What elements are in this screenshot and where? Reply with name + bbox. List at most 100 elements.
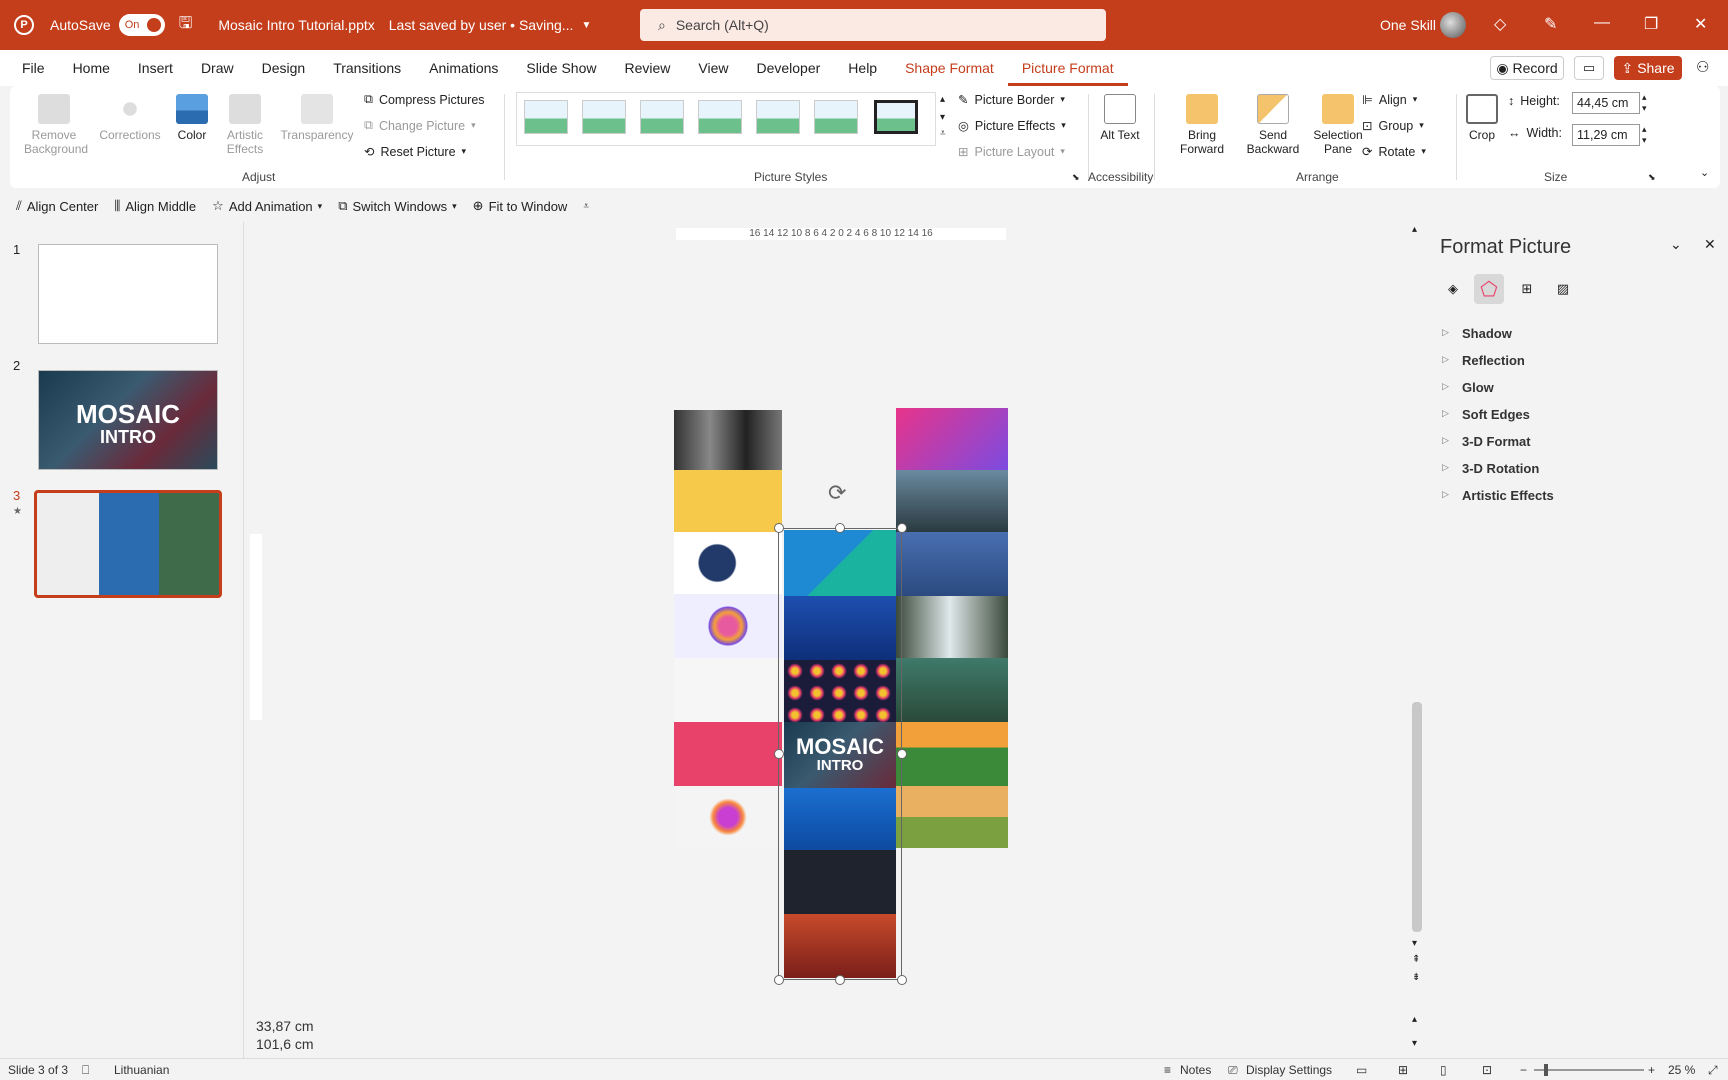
- fit-slide-icon[interactable]: ⤢: [1708, 1063, 1718, 1078]
- tab-picture-format[interactable]: Picture Format: [1007, 50, 1128, 86]
- selection-outline[interactable]: [778, 528, 902, 980]
- dialog-launcher-icon[interactable]: ⬊: [1648, 172, 1656, 183]
- record-button[interactable]: ◉ Record: [1490, 56, 1564, 80]
- crop-button[interactable]: Crop: [1462, 94, 1502, 142]
- scrollbar-thumb[interactable]: [1412, 702, 1422, 932]
- scroll-up-icon[interactable]: ▴: [1412, 1014, 1417, 1025]
- picture-layout-button[interactable]: ⊞ Picture Layout ▾: [958, 144, 1065, 160]
- previous-slide-icon[interactable]: ⇞: [1412, 954, 1420, 965]
- slide-sorter-icon[interactable]: ⊞: [1398, 1063, 1408, 1077]
- collapse-ribbon-icon[interactable]: ⌄: [1700, 166, 1709, 179]
- notes-icon[interactable]: ≡: [1164, 1063, 1171, 1077]
- slide-thumbnail-1[interactable]: [38, 244, 218, 344]
- resize-handle[interactable]: [897, 749, 907, 759]
- resize-handle[interactable]: [835, 523, 845, 533]
- next-slide-icon[interactable]: ⇟: [1412, 972, 1420, 983]
- chevron-down-icon[interactable]: ▼: [581, 20, 591, 31]
- tab-home[interactable]: Home: [59, 50, 124, 86]
- restore-icon[interactable]: ❐: [1644, 14, 1658, 34]
- resize-handle[interactable]: [897, 523, 907, 533]
- picture-effects-button[interactable]: ◎ Picture Effects ▾: [958, 118, 1066, 134]
- dialog-launcher-icon[interactable]: ⬊: [1072, 172, 1080, 183]
- coauthor-icon[interactable]: ⚇: [1696, 58, 1709, 76]
- tab-animations[interactable]: Animations: [415, 50, 512, 86]
- tab-view[interactable]: View: [684, 50, 742, 86]
- resize-handle[interactable]: [897, 975, 907, 985]
- avatar[interactable]: [1440, 12, 1466, 38]
- height-input[interactable]: 44,45 cm: [1572, 92, 1640, 114]
- slide-thumbnail-3[interactable]: [34, 490, 222, 598]
- autosave-toggle[interactable]: On: [118, 14, 165, 36]
- send-backward-button[interactable]: Send Backward: [1238, 94, 1308, 156]
- resize-handle[interactable]: [774, 523, 784, 533]
- align-center-button[interactable]: ⫽ Align Center: [16, 198, 98, 214]
- style-thumb[interactable]: [582, 100, 626, 134]
- style-thumb[interactable]: [874, 100, 918, 134]
- compress-pictures-button[interactable]: ⧉ Compress Pictures: [364, 92, 485, 107]
- rotate-handle-icon[interactable]: ⟳: [828, 480, 846, 506]
- align-button[interactable]: ⊫ Align ▾: [1362, 92, 1417, 108]
- save-status[interactable]: Last saved by user • Saving...: [389, 17, 574, 33]
- tab-file[interactable]: File: [8, 50, 59, 86]
- rotate-button[interactable]: ⟳ Rotate ▾: [1362, 144, 1426, 160]
- section-soft-edges[interactable]: Soft Edges: [1442, 407, 1530, 422]
- notes-button[interactable]: Notes: [1180, 1063, 1211, 1077]
- scroll-up-icon[interactable]: ▴: [1412, 224, 1417, 235]
- share-button[interactable]: ⇪ Share: [1614, 56, 1682, 80]
- remove-background-button[interactable]: Remove Background: [24, 94, 88, 156]
- close-icon[interactable]: ✕: [1694, 14, 1707, 34]
- diamond-icon[interactable]: ◇: [1494, 14, 1506, 34]
- tab-help[interactable]: Help: [834, 50, 891, 86]
- scroll-down-icon[interactable]: ▾: [1412, 938, 1417, 949]
- style-thumb[interactable]: [756, 100, 800, 134]
- tab-design[interactable]: Design: [248, 50, 320, 86]
- tab-shape-format[interactable]: Shape Format: [891, 50, 1008, 86]
- fit-to-window-button[interactable]: ⊕ Fit to Window: [473, 198, 568, 214]
- gallery-more-icon[interactable]: ⩡: [940, 128, 946, 139]
- normal-view-icon[interactable]: ▭: [1356, 1063, 1367, 1077]
- section-reflection[interactable]: Reflection: [1442, 353, 1525, 368]
- group-button[interactable]: ⊡ Group ▾: [1362, 118, 1424, 134]
- section-artistic-effects[interactable]: Artistic Effects: [1442, 488, 1554, 503]
- section-shadow[interactable]: Shadow: [1442, 326, 1512, 341]
- tab-developer[interactable]: Developer: [742, 50, 834, 86]
- slideshow-icon[interactable]: ⊡: [1482, 1063, 1492, 1077]
- language[interactable]: Lithuanian: [114, 1063, 169, 1077]
- width-input[interactable]: 11,29 cm: [1572, 124, 1640, 146]
- picture-tab-icon[interactable]: ▨: [1548, 274, 1578, 304]
- resize-handle[interactable]: [774, 975, 784, 985]
- align-middle-button[interactable]: ⫼ Align Middle: [114, 198, 196, 214]
- style-thumb[interactable]: [640, 100, 684, 134]
- style-thumb[interactable]: [698, 100, 742, 134]
- spellcheck-icon[interactable]: ⎕: [82, 1063, 89, 1078]
- zoom-slider[interactable]: [1534, 1069, 1644, 1071]
- reset-picture-button[interactable]: ⟲ Reset Picture ▾: [364, 144, 466, 160]
- add-animation-button[interactable]: ☆ Add Animation ▾: [212, 198, 322, 214]
- corrections-button[interactable]: Corrections: [98, 94, 162, 142]
- reading-view-icon[interactable]: ▯: [1440, 1063, 1447, 1077]
- change-picture-button[interactable]: ⧉ Change Picture ▾: [364, 118, 476, 133]
- display-settings-button[interactable]: Display Settings: [1246, 1063, 1332, 1077]
- slide-thumbnail-2[interactable]: MOSAIC INTRO: [38, 370, 218, 470]
- resize-handle[interactable]: [835, 975, 845, 985]
- bring-forward-button[interactable]: Bring Forward: [1170, 94, 1234, 156]
- vertical-scrollbar[interactable]: ▴ ▾ ⇞ ⇟ ▴ ▾: [1408, 222, 1426, 1058]
- customize-qat-icon[interactable]: ⩡: [583, 201, 589, 212]
- gallery-up-icon[interactable]: ▴: [940, 94, 945, 105]
- zoom-slider-thumb[interactable]: [1544, 1064, 1548, 1076]
- user-name[interactable]: One Skill: [1380, 17, 1436, 33]
- file-name[interactable]: Mosaic Intro Tutorial.pptx: [218, 17, 374, 33]
- comments-icon[interactable]: ▭: [1574, 56, 1604, 80]
- zoom-in-icon[interactable]: +: [1648, 1063, 1655, 1077]
- artistic-effects-button[interactable]: Artistic Effects: [220, 94, 270, 156]
- effects-tab-icon[interactable]: ⬠: [1474, 274, 1504, 304]
- display-settings-icon[interactable]: ⎚: [1228, 1063, 1238, 1078]
- height-stepper[interactable]: ▴ ▾: [1642, 92, 1647, 114]
- close-icon[interactable]: ✕: [1704, 236, 1716, 253]
- gallery-down-icon[interactable]: ▾: [940, 112, 945, 123]
- chevron-down-icon[interactable]: ⌄: [1670, 236, 1682, 253]
- section-3d-rotation[interactable]: 3-D Rotation: [1442, 461, 1539, 476]
- size-properties-tab-icon[interactable]: ⊞: [1512, 274, 1542, 304]
- resize-handle[interactable]: [774, 749, 784, 759]
- section-glow[interactable]: Glow: [1442, 380, 1494, 395]
